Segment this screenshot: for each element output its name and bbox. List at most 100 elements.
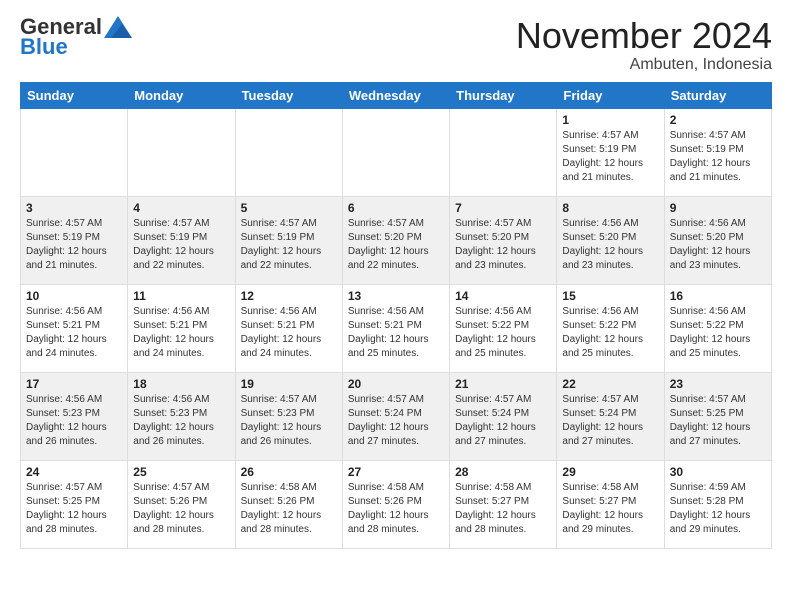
day-number: 14 [455, 289, 551, 303]
calendar-cell: 24 Sunrise: 4:57 AM Sunset: 5:25 PM Dayli… [21, 460, 128, 548]
day-number: 27 [348, 465, 444, 479]
day-number: 22 [562, 377, 658, 391]
day-info: Sunrise: 4:57 AM Sunset: 5:20 PM Dayligh… [455, 217, 551, 273]
calendar-cell [450, 108, 557, 196]
day-number: 11 [133, 289, 229, 303]
calendar-cell: 13 Sunrise: 4:56 AM Sunset: 5:21 PM Dayli… [342, 284, 449, 372]
day-info: Sunrise: 4:56 AM Sunset: 5:22 PM Dayligh… [455, 305, 551, 361]
calendar-week-row: 3 Sunrise: 4:57 AM Sunset: 5:19 PM Daylig… [21, 196, 772, 284]
calendar-header-friday: Friday [557, 82, 664, 108]
calendar-cell: 29Sunrise: 4:58 AM Sunset: 5:27 PM Dayli… [557, 460, 664, 548]
day-number: 6 [348, 201, 444, 215]
calendar-cell: 18Sunrise: 4:56 AM Sunset: 5:23 PM Dayli… [128, 372, 235, 460]
day-number: 12 [241, 289, 337, 303]
calendar-header-thursday: Thursday [450, 82, 557, 108]
day-info: Sunrise: 4:57 AM Sunset: 5:19 PM Dayligh… [241, 217, 337, 273]
day-number: 1 [562, 113, 658, 127]
day-info: Sunrise: 4:57 AM Sunset: 5:24 PM Dayligh… [455, 393, 551, 449]
calendar-week-row: 24 Sunrise: 4:57 AM Sunset: 5:25 PM Dayli… [21, 460, 772, 548]
calendar-cell: 10 Sunrise: 4:56 AM Sunset: 5:21 PM Dayli… [21, 284, 128, 372]
calendar-header-wednesday: Wednesday [342, 82, 449, 108]
day-number: 15 [562, 289, 658, 303]
calendar-cell [342, 108, 449, 196]
calendar-cell: 20 Sunrise: 4:57 AM Sunset: 5:24 PM Dayli… [342, 372, 449, 460]
day-info: Sunrise: 4:58 AM Sunset: 5:26 PM Dayligh… [348, 481, 444, 537]
calendar-cell: 22Sunrise: 4:57 AM Sunset: 5:24 PM Dayli… [557, 372, 664, 460]
calendar-cell: 12 Sunrise: 4:56 AM Sunset: 5:21 PM Dayli… [235, 284, 342, 372]
day-number: 5 [241, 201, 337, 215]
day-info: Sunrise: 4:56 AM Sunset: 5:21 PM Dayligh… [348, 305, 444, 361]
day-info: Sunrise: 4:57 AM Sunset: 5:19 PM Dayligh… [670, 129, 766, 185]
logo: General Blue [20, 16, 132, 60]
calendar-cell [235, 108, 342, 196]
calendar-header-row: SundayMondayTuesdayWednesdayThursdayFrid… [21, 82, 772, 108]
day-info: Sunrise: 4:57 AM Sunset: 5:23 PM Dayligh… [241, 393, 337, 449]
calendar-cell: 3 Sunrise: 4:57 AM Sunset: 5:19 PM Daylig… [21, 196, 128, 284]
day-info: Sunrise: 4:57 AM Sunset: 5:24 PM Dayligh… [348, 393, 444, 449]
calendar-cell: 4 Sunrise: 4:57 AM Sunset: 5:19 PM Daylig… [128, 196, 235, 284]
calendar-week-row: 10 Sunrise: 4:56 AM Sunset: 5:21 PM Dayli… [21, 284, 772, 372]
location: Ambuten, Indonesia [516, 56, 772, 74]
page: General Blue November 2024 Ambuten, Indo… [0, 0, 792, 565]
day-info: Sunrise: 4:58 AM Sunset: 5:26 PM Dayligh… [241, 481, 337, 537]
day-number: 28 [455, 465, 551, 479]
day-info: Sunrise: 4:57 AM Sunset: 5:19 PM Dayligh… [26, 217, 122, 273]
day-number: 23 [670, 377, 766, 391]
day-info: Sunrise: 4:56 AM Sunset: 5:21 PM Dayligh… [26, 305, 122, 361]
day-number: 30 [670, 465, 766, 479]
calendar-cell: 28 Sunrise: 4:58 AM Sunset: 5:27 PM Dayli… [450, 460, 557, 548]
calendar-cell: 27 Sunrise: 4:58 AM Sunset: 5:26 PM Dayli… [342, 460, 449, 548]
calendar-cell: 5 Sunrise: 4:57 AM Sunset: 5:19 PM Daylig… [235, 196, 342, 284]
day-number: 7 [455, 201, 551, 215]
calendar-cell: 15 Sunrise: 4:56 AM Sunset: 5:22 PM Dayli… [557, 284, 664, 372]
logo-icon [104, 16, 132, 38]
day-number: 21 [455, 377, 551, 391]
calendar-cell: 9 Sunrise: 4:56 AM Sunset: 5:20 PM Daylig… [664, 196, 771, 284]
day-number: 2 [670, 113, 766, 127]
calendar-header-sunday: Sunday [21, 82, 128, 108]
calendar-cell: 25 Sunrise: 4:57 AM Sunset: 5:26 PM Dayli… [128, 460, 235, 548]
calendar-header-tuesday: Tuesday [235, 82, 342, 108]
calendar-cell: 16 Sunrise: 4:56 AM Sunset: 5:22 PM Dayli… [664, 284, 771, 372]
day-number: 26 [241, 465, 337, 479]
day-info: Sunrise: 4:58 AM Sunset: 5:27 PM Dayligh… [455, 481, 551, 537]
day-info: Sunrise: 4:57 AM Sunset: 5:25 PM Dayligh… [670, 393, 766, 449]
day-number: 20 [348, 377, 444, 391]
day-info: Sunrise: 4:57 AM Sunset: 5:26 PM Dayligh… [133, 481, 229, 537]
day-number: 8 [562, 201, 658, 215]
day-number: 9 [670, 201, 766, 215]
calendar-cell: 2 Sunrise: 4:57 AM Sunset: 5:19 PM Daylig… [664, 108, 771, 196]
calendar-cell: 26 Sunrise: 4:58 AM Sunset: 5:26 PM Dayli… [235, 460, 342, 548]
calendar-cell: 14 Sunrise: 4:56 AM Sunset: 5:22 PM Dayli… [450, 284, 557, 372]
day-number: 19 [241, 377, 337, 391]
day-info: Sunrise: 4:57 AM Sunset: 5:19 PM Dayligh… [133, 217, 229, 273]
calendar-cell: 21 Sunrise: 4:57 AM Sunset: 5:24 PM Dayli… [450, 372, 557, 460]
day-number: 17 [26, 377, 122, 391]
calendar-cell: 1Sunrise: 4:57 AM Sunset: 5:19 PM Daylig… [557, 108, 664, 196]
day-info: Sunrise: 4:58 AM Sunset: 5:27 PM Dayligh… [562, 481, 658, 537]
calendar-cell: 23 Sunrise: 4:57 AM Sunset: 5:25 PM Dayli… [664, 372, 771, 460]
day-number: 18 [133, 377, 229, 391]
day-info: Sunrise: 4:56 AM Sunset: 5:22 PM Dayligh… [562, 305, 658, 361]
day-number: 3 [26, 201, 122, 215]
title-block: November 2024 Ambuten, Indonesia [516, 16, 772, 74]
day-number: 13 [348, 289, 444, 303]
calendar-week-row: 17 Sunrise: 4:56 AM Sunset: 5:23 PM Dayli… [21, 372, 772, 460]
day-info: Sunrise: 4:57 AM Sunset: 5:25 PM Dayligh… [26, 481, 122, 537]
calendar-cell [21, 108, 128, 196]
day-number: 4 [133, 201, 229, 215]
day-number: 24 [26, 465, 122, 479]
calendar-cell: 11Sunrise: 4:56 AM Sunset: 5:21 PM Dayli… [128, 284, 235, 372]
day-number: 10 [26, 289, 122, 303]
day-info: Sunrise: 4:57 AM Sunset: 5:20 PM Dayligh… [348, 217, 444, 273]
calendar-cell: 8Sunrise: 4:56 AM Sunset: 5:20 PM Daylig… [557, 196, 664, 284]
month-title: November 2024 [516, 16, 772, 56]
day-number: 16 [670, 289, 766, 303]
day-info: Sunrise: 4:56 AM Sunset: 5:22 PM Dayligh… [670, 305, 766, 361]
day-info: Sunrise: 4:56 AM Sunset: 5:23 PM Dayligh… [26, 393, 122, 449]
day-info: Sunrise: 4:56 AM Sunset: 5:21 PM Dayligh… [241, 305, 337, 361]
calendar-cell: 19 Sunrise: 4:57 AM Sunset: 5:23 PM Dayli… [235, 372, 342, 460]
day-info: Sunrise: 4:56 AM Sunset: 5:20 PM Dayligh… [670, 217, 766, 273]
header: General Blue November 2024 Ambuten, Indo… [20, 16, 772, 74]
day-number: 25 [133, 465, 229, 479]
